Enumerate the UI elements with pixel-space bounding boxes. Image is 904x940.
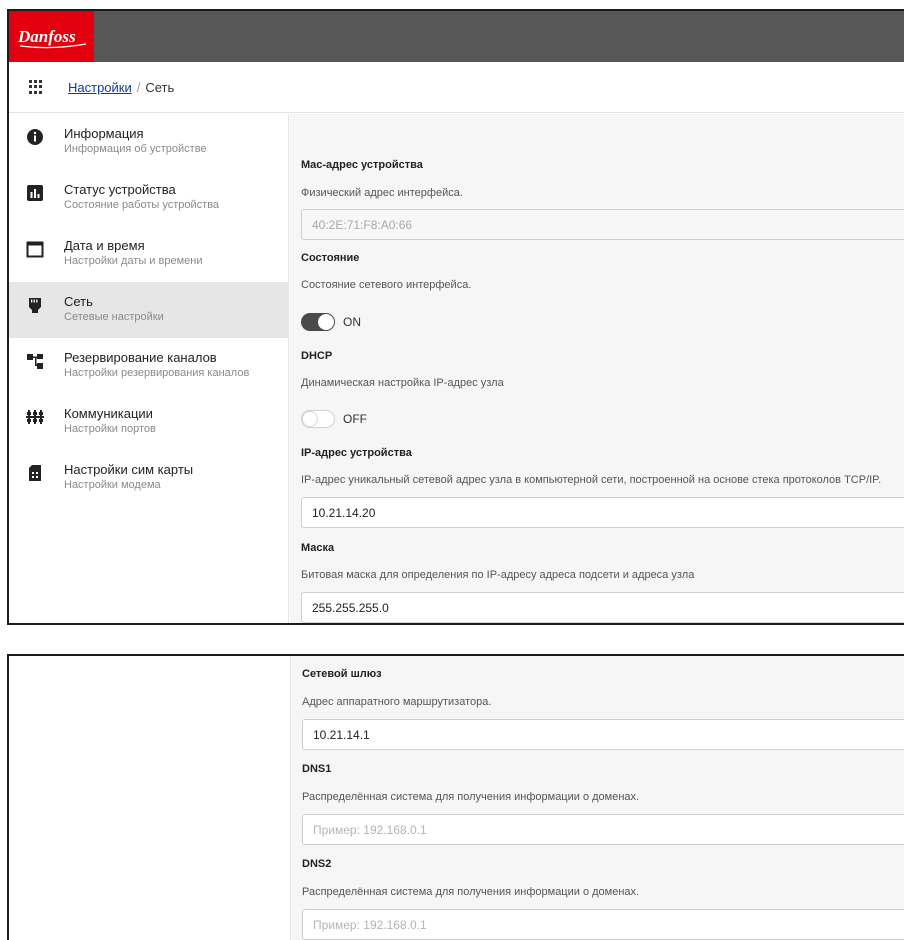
mask-field[interactable] [301,592,904,623]
state-label: Состояние [301,252,360,264]
top-bar: Danfoss [9,11,904,62]
dns2-field[interactable] [302,909,904,940]
sidebar-item-title: Статус устройства [64,182,176,197]
sidebar-item-channel-redundancy[interactable]: Резервирование каналов Настройки резерви… [9,338,288,394]
breadcrumb-separator: / [136,79,141,95]
sidebar-item-subtitle: Сетевые настройки [64,311,164,323]
ethernet-icon [26,296,44,314]
breadcrumb-link-settings[interactable]: Настройки [68,80,132,95]
sidebar-item-communications[interactable]: Коммуникации Настройки портов [9,394,288,450]
sidebar-item-network[interactable]: Сеть Сетевые настройки [9,282,288,338]
sidebar-item-subtitle: Состояние работы устройства [64,199,220,211]
info-icon [26,128,44,146]
dhcp-toggle-text: OFF [343,412,367,426]
sidebar-item-title: Резервирование каналов [64,350,217,365]
network-settings-form: Mac-адрес устройства Физический адрес ин… [290,114,904,623]
dns1-field[interactable] [302,814,904,845]
network-settings-form-continued: Сетевой шлюз Адрес аппаратного маршрутиз… [290,656,904,940]
sidebar-item-date-time[interactable]: Дата и время Настройки даты и времени [9,226,288,282]
breadcrumb-current: Сеть [145,79,175,95]
danfoss-logo[interactable]: Danfoss [9,11,94,62]
breadcrumb-bar: Настройки / Сеть [9,62,904,113]
dhcp-description: Динамическая настройка IP-адрес узла [301,377,504,389]
mask-description: Битовая маска для определения по IP-адре… [301,569,695,581]
svg-text:Danfoss: Danfoss [17,27,76,46]
bar-chart-icon [26,184,44,202]
sidebar-item-subtitle: Настройки резервирования каналов [64,367,250,379]
dhcp-label: DHCP [301,350,333,362]
breadcrumb: Настройки / Сеть [68,80,174,95]
toggle-knob [302,411,318,427]
mac-address-description: Физический адрес интерфейса. [301,187,463,199]
sidebar-item-title: Дата и время [64,238,145,253]
gateway-field[interactable] [302,719,904,750]
sidebar-item-subtitle: Настройки портов [64,423,156,435]
gateway-description: Адрес аппаратного маршрутизатора. [302,696,492,708]
ip-address-description: IP-адрес уникальный сетевой адрес узла в… [301,474,882,486]
dns1-description: Распределённая система для получения инф… [302,791,640,803]
dns1-label: DNS1 [302,763,332,775]
sidebar-item-sim-settings[interactable]: Настройки сим карты Настройки модема [9,450,288,506]
settings-window-scrolled: Сетевой шлюз Адрес аппаратного маршрутиз… [7,654,904,940]
sidebar-item-device-status[interactable]: Статус устройства Состояние работы устро… [9,170,288,226]
ip-address-label: IP-адрес устройства [301,447,412,459]
sidebar-item-subtitle: Настройки даты и времени [64,255,203,267]
toggle-knob [318,314,334,330]
sidebar-item-info[interactable]: Информация Информация об устройстве [9,114,288,170]
sidebar: Информация Информация об устройстве Стат… [9,114,289,623]
sidebar-item-title: Информация [64,126,144,141]
sidebar-item-title: Коммуникации [64,406,153,421]
hierarchy-icon [26,352,44,370]
mac-address-field [301,209,904,240]
ip-address-field[interactable] [301,497,904,528]
dns2-description: Распределённая система для получения инф… [302,886,640,898]
sidebar-item-subtitle: Информация об устройстве [64,143,207,155]
dns2-label: DNS2 [302,858,332,870]
sidebar-item-subtitle: Настройки модема [64,479,161,491]
calendar-icon [26,240,44,258]
sidebar-item-title: Сеть [64,294,93,309]
ports-icon [26,408,44,426]
mask-label: Маска [301,542,335,554]
dhcp-toggle[interactable] [301,410,335,428]
state-description: Состояние сетевого интерфейса. [301,279,472,291]
sidebar-item-title: Настройки сим карты [64,462,194,477]
state-toggle[interactable] [301,313,335,331]
state-toggle-text: ON [343,315,361,329]
gateway-label: Сетевой шлюз [302,668,382,680]
apps-grid-icon[interactable] [29,80,43,94]
settings-window: Danfoss Настройки / Сеть Информация Информ… [7,9,904,625]
sim-card-icon [26,464,44,482]
mac-address-label: Mac-адрес устройства [301,159,423,171]
